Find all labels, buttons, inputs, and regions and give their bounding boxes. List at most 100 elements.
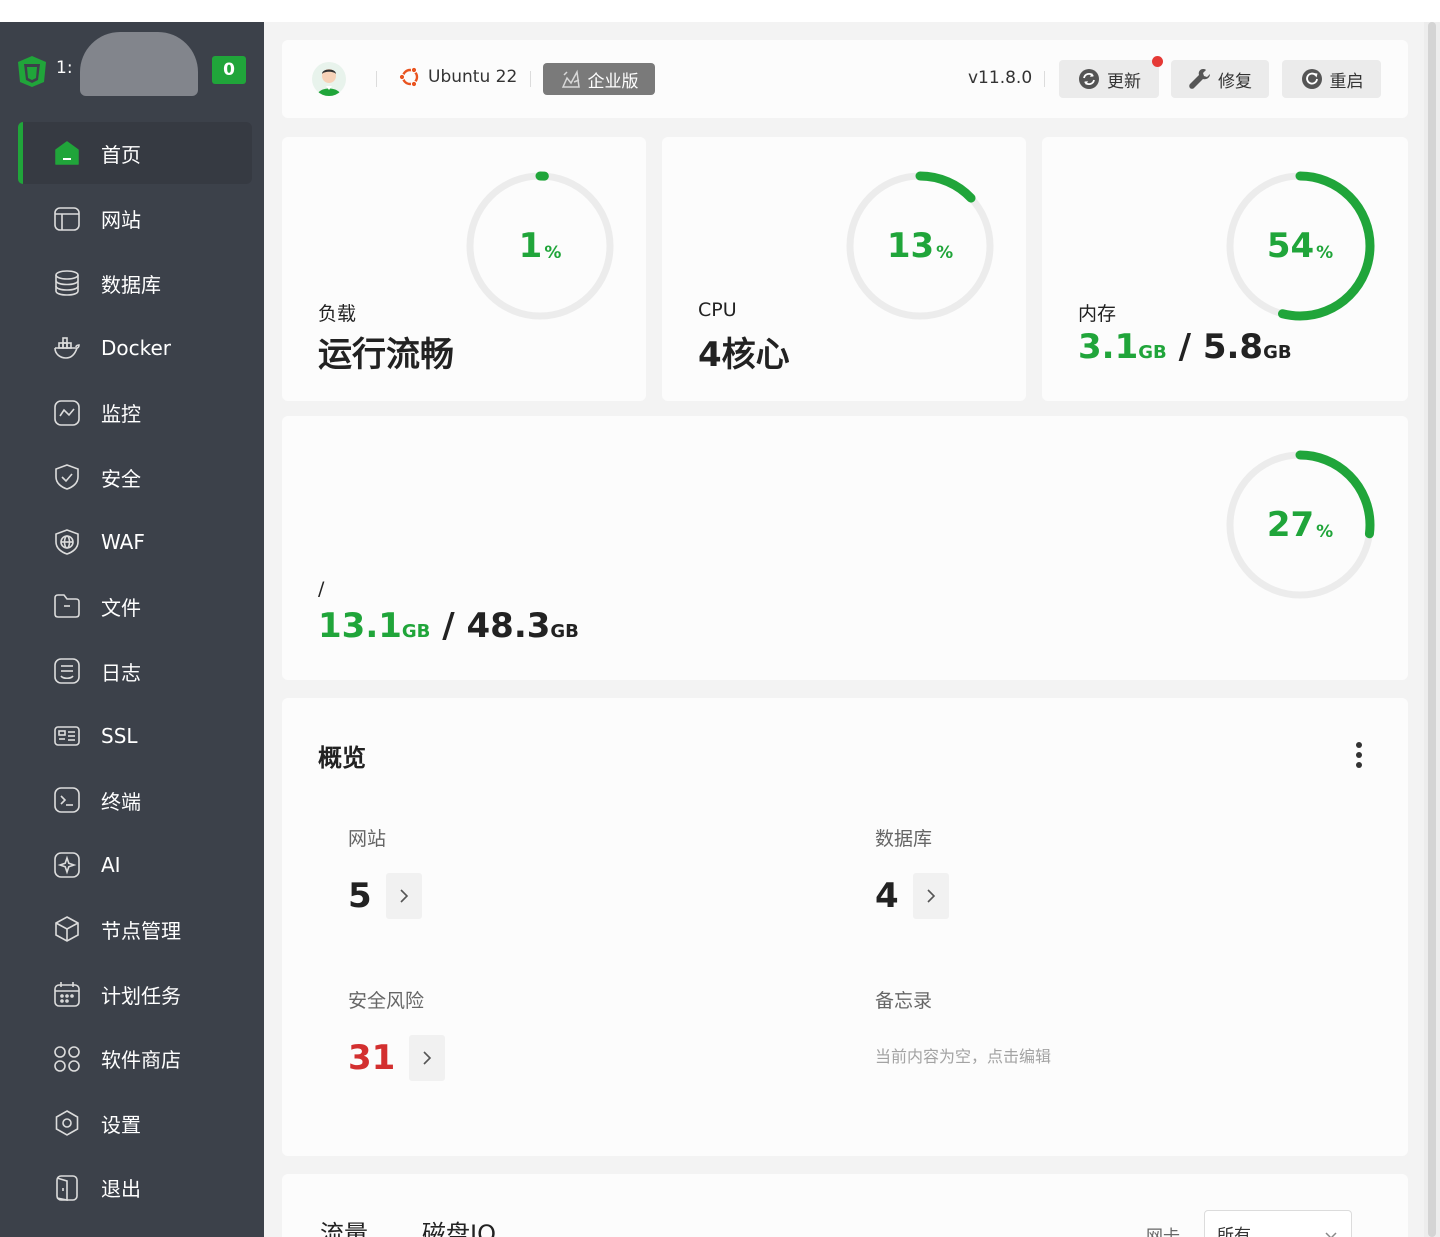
sidebar-item-home[interactable]: 首页 — [18, 122, 252, 184]
monitor-icon — [52, 398, 82, 428]
traffic-card: 流量 磁盘IO 网卡 所有 — [282, 1174, 1408, 1237]
ai-icon — [52, 850, 82, 880]
scrollbar[interactable] — [1424, 22, 1440, 1237]
sidebar-item-security[interactable]: 安全 — [18, 445, 252, 510]
header-card: Ubuntu 22 企业版 v11.8.0 更新 修复 重启 — [282, 40, 1408, 118]
sidebar-item-label: WAF — [101, 529, 145, 554]
overview-website: 网站 5 — [348, 824, 422, 919]
home-icon — [52, 138, 82, 168]
sidebar-item-ai[interactable]: AI — [18, 833, 252, 898]
crown-icon — [561, 69, 580, 88]
sidebar-item-label: 文件 — [101, 595, 141, 620]
sidebar-item-label: SSL — [101, 723, 138, 748]
update-button[interactable]: 更新 — [1059, 56, 1163, 98]
chevron-down-icon — [1325, 1232, 1337, 1237]
sidebar-item-settings[interactable]: 设置 — [18, 1091, 252, 1156]
sidebar-item-terminal[interactable]: 终端 — [18, 768, 252, 833]
repair-button[interactable]: 修复 — [1171, 60, 1269, 98]
sidebar-item-logout[interactable]: 退出 — [18, 1156, 252, 1221]
overview-risk-count[interactable]: 31 — [348, 1038, 395, 1078]
cpu-card[interactable]: 13% CPU 4核心 — [662, 137, 1026, 401]
load-card[interactable]: 1% 负载 运行流畅 — [282, 137, 646, 401]
sidebar-item-nodes[interactable]: 节点管理 — [18, 897, 252, 962]
update-label: 更新 — [1107, 71, 1141, 92]
scrollbar-thumb[interactable] — [1428, 22, 1436, 1237]
version-label: v11.8.0 — [968, 68, 1033, 88]
sidebar-item-docker[interactable]: Docker — [18, 316, 252, 381]
sidebar-item-app-store[interactable]: 软件商店 — [18, 1026, 252, 1091]
app-store-icon — [52, 1044, 82, 1074]
overview-card: 概览 网站 5 数据库 4 安全风险 31 备忘录 当前内容为空，点击编辑 — [282, 698, 1408, 1156]
refresh-icon — [1079, 69, 1099, 89]
more-icon[interactable] — [1350, 740, 1368, 770]
memo-empty-text[interactable]: 当前内容为空，点击编辑 — [875, 1043, 1051, 1067]
tab-traffic[interactable]: 流量 — [320, 1214, 368, 1237]
tab-disk-io[interactable]: 磁盘IO — [422, 1214, 496, 1237]
avatar-icon — [317, 69, 341, 96]
nic-select-value: 所有 — [1217, 1226, 1251, 1237]
settings-icon — [52, 1108, 82, 1138]
edition-label: 企业版 — [587, 71, 639, 92]
overview-risk-label: 安全风险 — [348, 990, 425, 1012]
edition-badge[interactable]: 企业版 — [543, 63, 655, 95]
brand: 1: 0 — [16, 32, 252, 96]
header-divider — [1044, 71, 1045, 87]
avatar[interactable] — [312, 62, 346, 96]
cpu-gauge: 13% — [845, 171, 995, 321]
website-link-button[interactable] — [385, 873, 422, 919]
top-strip — [0, 0, 1440, 22]
overview-database-label: 数据库 — [875, 828, 933, 850]
sidebar-item-website[interactable]: 网站 — [18, 187, 252, 252]
overview-website-label: 网站 — [348, 828, 387, 850]
host-name: 1: — [56, 58, 73, 78]
sidebar-item-monitor[interactable]: 监控 — [18, 380, 252, 445]
sidebar-item-label: 终端 — [101, 789, 141, 814]
overview-website-count[interactable]: 5 — [348, 876, 372, 916]
database-icon — [52, 268, 82, 298]
sidebar: 1: 0 首页 网站 数据库 Docker 监控 安全 WAF 文件 日志 SS… — [0, 22, 264, 1237]
restart-icon — [1301, 69, 1322, 89]
node-icon — [52, 914, 82, 944]
disk-card[interactable]: 27% / 13.1GB / 48.3GB — [282, 416, 1408, 680]
sidebar-item-label: 节点管理 — [101, 918, 181, 943]
nic-select[interactable]: 所有 — [1204, 1210, 1352, 1237]
terminal-icon — [52, 785, 82, 815]
sidebar-item-label: 安全 — [101, 466, 141, 491]
database-link-button[interactable] — [912, 873, 949, 919]
notification-badge[interactable]: 0 — [212, 56, 246, 84]
ubuntu-icon — [398, 66, 419, 88]
sidebar-item-label: 首页 — [101, 142, 141, 167]
disk-usage: 13.1GB / 48.3GB — [318, 606, 579, 646]
sidebar-item-database[interactable]: 数据库 — [18, 251, 252, 316]
sidebar-item-label: 日志 — [101, 660, 141, 685]
sidebar-item-label: 退出 — [101, 1177, 141, 1202]
sidebar-item-files[interactable]: 文件 — [18, 574, 252, 639]
sidebar-item-label: 数据库 — [101, 272, 161, 297]
load-percent: 1% — [518, 226, 562, 266]
shield-icon — [52, 462, 82, 492]
overview-database-count[interactable]: 4 — [875, 876, 899, 916]
sidebar-item-cron[interactable]: 计划任务 — [18, 962, 252, 1027]
sidebar-item-label: 软件商店 — [101, 1048, 181, 1073]
disk-gauge: 27% — [1225, 450, 1375, 600]
memory-card[interactable]: 54% 内存 3.1GB / 5.8GB — [1042, 137, 1408, 401]
load-gauge: 1% — [465, 171, 615, 321]
cpu-cores: 4核心 — [698, 335, 790, 375]
risk-link-button[interactable] — [409, 1035, 446, 1081]
os-name: Ubuntu 22 — [428, 67, 518, 87]
sidebar-item-waf[interactable]: WAF — [18, 510, 252, 575]
restart-button[interactable]: 重启 — [1282, 60, 1381, 98]
header-divider — [376, 71, 377, 87]
folder-icon — [52, 591, 82, 621]
disk-percent: 27% — [1266, 505, 1334, 545]
os-info: Ubuntu 22 — [398, 65, 517, 89]
load-status: 运行流畅 — [318, 335, 454, 375]
website-icon — [52, 204, 82, 234]
logout-icon — [52, 1173, 82, 1203]
cpu-label: CPU — [698, 299, 737, 321]
update-dot — [1152, 56, 1163, 67]
sidebar-item-logs[interactable]: 日志 — [18, 639, 252, 704]
host-blur — [80, 32, 198, 96]
sidebar-item-ssl[interactable]: SSL — [18, 703, 252, 768]
memory-gauge: 54% — [1225, 171, 1375, 321]
